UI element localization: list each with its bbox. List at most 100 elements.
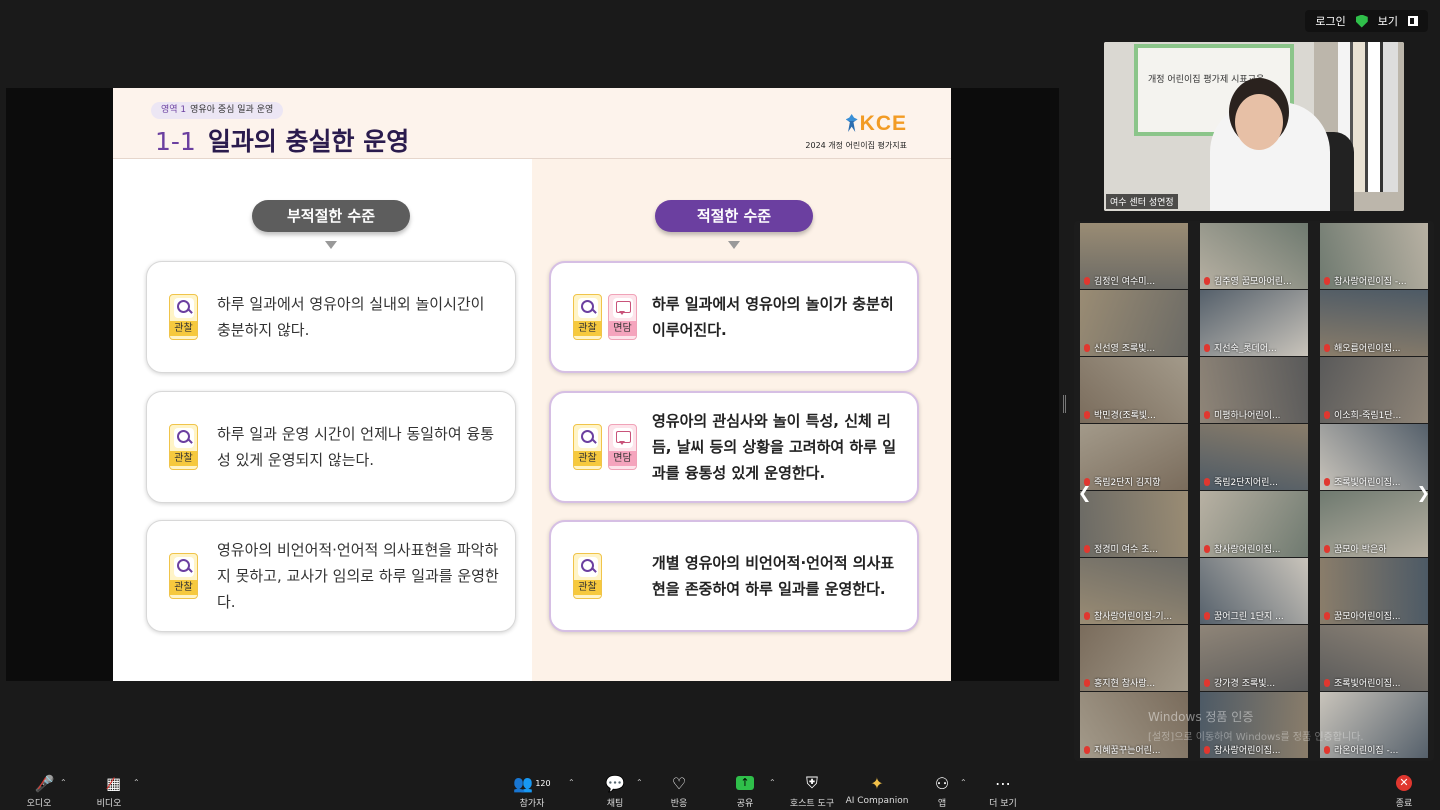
card-text: 개별 영유아의 비언어적·언어적 의사표현을 존중하여 하루 일과를 운영한다. [652, 554, 895, 598]
muted-mic-icon [1084, 411, 1090, 419]
share-options-caret[interactable]: ⌃ [769, 778, 776, 787]
observation-badge: 관찰 [169, 294, 198, 340]
appropriate-card-3: 관찰 개별 영유아의 비언어적·언어적 의사표현을 존중하여 하루 일과를 운영… [549, 520, 919, 632]
panel-resize-handle[interactable] [1063, 395, 1066, 413]
participant-name: 참사랑어린이집... [1204, 743, 1281, 756]
participant-name: 참사랑어린이집 -... [1324, 274, 1407, 287]
participant-tile[interactable]: 라온어린이집 -... [1320, 692, 1428, 758]
observation-badge: 관찰 [169, 424, 198, 470]
participant-tile[interactable]: 강가경 조록빛... [1200, 625, 1308, 691]
muted-mic-icon [1324, 411, 1330, 419]
card-text: 하루 일과에서 영유아의 실내외 놀이시간이 충분하지 않다. [217, 295, 485, 339]
magnifier-icon [577, 298, 598, 318]
participant-tile[interactable]: 참사랑어린이집-기... [1080, 558, 1188, 624]
muted-mic-icon [1324, 612, 1330, 620]
observation-label: 관찰 [170, 321, 197, 336]
participant-tile[interactable]: 꿈어그린 1단지 ... [1200, 558, 1308, 624]
video-off-icon: ▦ ⁄ [106, 773, 122, 793]
participant-tile[interactable]: 신선영 조록빛... [1080, 290, 1188, 356]
interview-label: 면담 [609, 321, 636, 336]
view-layout-icon[interactable] [1408, 16, 1418, 26]
area-label-pill: 영역 1 영유아 중심 일과 운영 [151, 102, 284, 119]
muted-mic-icon [1084, 679, 1090, 687]
presentation-slide: 영역 1 영유아 중심 일과 운영 1-1 일과의 충실한 운영 KCE 2024 … [113, 88, 951, 681]
more-button[interactable]: ⋯ 더 보기 [971, 772, 1035, 810]
participant-tile[interactable]: 해오름어린이집... [1320, 290, 1428, 356]
muted-mic-icon [1084, 277, 1090, 285]
participant-name: 꿈모아 박은하 [1324, 542, 1387, 555]
view-button[interactable]: 보기 [1378, 13, 1398, 29]
participant-tile[interactable]: 김주영 꿈모아어린... [1200, 223, 1308, 289]
reactions-button[interactable]: ♡ 반응 [647, 772, 711, 810]
participant-name-text: 죽림2단지어린... [1214, 478, 1278, 488]
participant-name-text: 꿈모아 박은하 [1334, 545, 1387, 555]
participant-tile[interactable]: 참사랑어린이집... [1200, 692, 1308, 758]
observation-badge: 관찰 [169, 553, 198, 599]
muted-mic-icon [1204, 746, 1210, 754]
video-options-caret[interactable]: ⌃ [133, 778, 140, 787]
kce-subtitle: 2024 개정 어린이집 평가지표 [805, 141, 907, 150]
down-arrow-icon [728, 241, 740, 249]
chat-label: 채팅 [606, 799, 624, 809]
audio-options-caret[interactable]: ⌃ [60, 778, 67, 787]
share-button[interactable]: ↑ 공유 [713, 772, 777, 809]
participant-tile[interactable]: 꿈모아어린이집... [1320, 558, 1428, 624]
participant-tile[interactable]: 이소희-죽림1단... [1320, 357, 1428, 423]
participant-tile[interactable]: 참사랑어린이집 -... [1320, 223, 1428, 289]
muted-mic-icon [1204, 545, 1210, 553]
participant-tile[interactable]: 미평하나어린이... [1200, 357, 1308, 423]
muted-mic-icon [1324, 679, 1330, 687]
participant-tile[interactable]: 죽림2단지어린... [1200, 424, 1308, 490]
card-text: 하루 일과에서 영유아의 놀이가 충분히 이루어진다. [652, 295, 894, 339]
kce-logo-text: KCE [859, 112, 907, 135]
muted-mic-icon [1204, 612, 1210, 620]
participant-name: 조록빛어린이집... [1324, 475, 1401, 488]
participant-tile[interactable]: 정경미 여수 초... [1080, 491, 1188, 557]
video-label: 비디오 [96, 799, 122, 809]
security-shield-icon[interactable] [1355, 14, 1368, 28]
magnifier-icon [577, 428, 598, 448]
ai-companion-button[interactable]: ✦ AI Companion [845, 772, 909, 807]
participant-tile[interactable]: 꿈모아 박은하 [1320, 491, 1428, 557]
participant-tile[interactable]: 조록빛어린이집... [1320, 625, 1428, 691]
participant-name-text: 김주영 꿈모아어린... [1214, 277, 1292, 287]
participant-tile[interactable]: 지혜꿈꾸는어린... [1080, 692, 1188, 758]
observation-label: 관찰 [170, 580, 197, 595]
participant-tile[interactable]: 박민경(조록빛... [1080, 357, 1188, 423]
participant-tile[interactable]: 김정인 여수미... [1080, 223, 1188, 289]
participant-tile[interactable]: 참사랑어린이집... [1200, 491, 1308, 557]
participant-tile[interactable]: 조록빛어린이집... [1320, 424, 1428, 490]
participants-button[interactable]: 👥 120 참가자 [500, 772, 564, 810]
participant-tile[interactable]: 지선숙_롯데어... [1200, 290, 1308, 356]
participant-name-text: 강가경 조록빛... [1214, 679, 1276, 689]
speaker-head [1235, 94, 1283, 150]
slide-header: 영역 1 영유아 중심 일과 운영 1-1 일과의 충실한 운영 KCE 2024 … [113, 88, 951, 159]
gallery-prev-icon[interactable]: ❮ [1078, 483, 1091, 502]
inappropriate-level-pill: 부적절한 수준 [252, 200, 410, 232]
speech-bubble-icon [612, 428, 633, 448]
participants-options-caret[interactable]: ⌃ [568, 778, 575, 787]
end-label: 종료 [1395, 799, 1413, 809]
area-text: 영유아 중심 일과 운영 [190, 105, 274, 115]
login-button[interactable]: 로그인 [1315, 13, 1345, 29]
participant-name-text: 참사랑어린이집... [1214, 746, 1281, 756]
down-arrow-icon [325, 241, 337, 249]
muted-mic-icon [1204, 277, 1210, 285]
host-tools-button[interactable]: ⛨ 호스트 도구 [780, 772, 844, 809]
participant-name: 꿈어그린 1단지 ... [1204, 609, 1284, 622]
end-meeting-button[interactable]: ✕ 종료 [1372, 772, 1436, 809]
participant-name-text: 홍지현 참사랑... [1094, 679, 1156, 689]
participant-tile[interactable]: 죽림2단지 김지향 [1080, 424, 1188, 490]
apps-options-caret[interactable]: ⌃ [960, 778, 967, 787]
ai-companion-label: AI Companion [845, 796, 909, 806]
end-x-icon: ✕ [1396, 775, 1412, 791]
chat-options-caret[interactable]: ⌃ [636, 778, 643, 787]
muted-mic-icon [1204, 344, 1210, 352]
video-button[interactable]: ▦ ⁄ 비디오 [77, 772, 141, 810]
gallery-next-icon[interactable]: ❯ [1417, 483, 1430, 502]
participant-name: 꿈모아어린이집... [1324, 609, 1401, 622]
speaker-video-tile[interactable]: 개정 어린이집 평가제 시표교육 여수 센터 성연정 [1104, 42, 1404, 211]
observation-label: 관찰 [574, 580, 601, 595]
participant-tile[interactable]: 홍지현 참사랑... [1080, 625, 1188, 691]
zoom-meeting-window: 로그인 보기 영역 1 영유아 중심 일과 운영 1-1 일과의 충실한 운영 KC… [0, 0, 1440, 810]
